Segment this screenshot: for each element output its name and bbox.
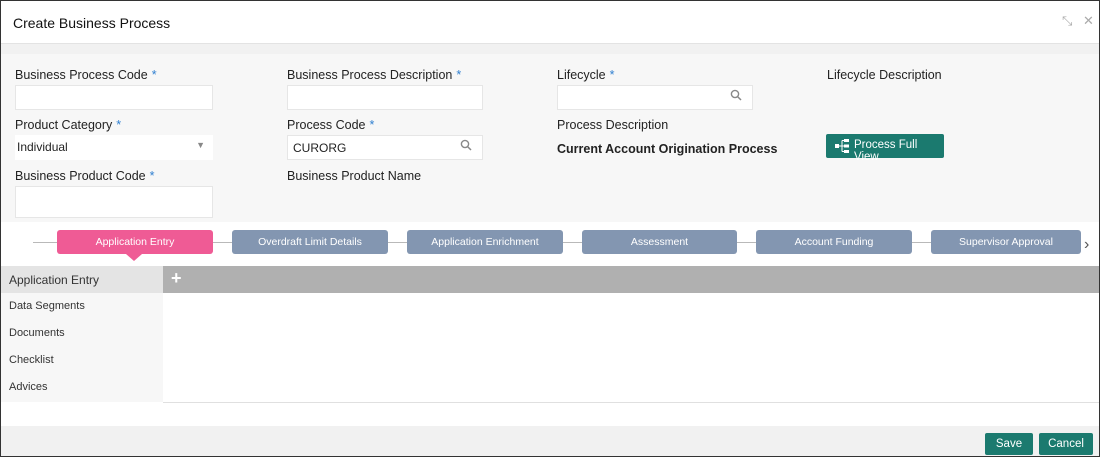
cancel-button[interactable]: Cancel (1039, 433, 1093, 455)
create-business-process-window: Create Business Process ⤡ ✕ Business Pro… (0, 0, 1100, 457)
required-mark: * (456, 68, 462, 82)
chevron-down-icon[interactable]: ▼ (196, 140, 205, 150)
required-mark: * (369, 118, 375, 132)
close-icon[interactable]: ✕ (1083, 13, 1094, 29)
lifecycle-input[interactable] (557, 85, 753, 110)
lifecycle-description-label: Lifecycle Description (827, 68, 942, 82)
process-description-label: Process Description (557, 118, 669, 132)
stage-flow: Application Entry Overdraft Limit Detail… (1, 222, 1099, 266)
business-process-code-label: Business Process Code * (15, 68, 157, 82)
sidebar-item-checklist[interactable]: Checklist (1, 347, 163, 374)
stage-account-funding[interactable]: Account Funding (756, 230, 912, 254)
sidebar-item-documents[interactable]: Documents (1, 320, 163, 347)
sidebar-item-label: Documents (9, 327, 65, 339)
process-tree-icon (835, 139, 849, 153)
business-product-code-label-text: Business Product Code (15, 169, 146, 183)
business-product-name-label: Business Product Name (287, 169, 422, 183)
process-description-value: Current Account Origination Process (557, 142, 778, 156)
lifecycle-label-text: Lifecycle (557, 68, 606, 82)
stage-supervisor-approval[interactable]: Supervisor Approval (931, 230, 1081, 254)
stage-application-enrichment[interactable]: Application Enrichment (407, 230, 563, 254)
required-mark: * (151, 68, 157, 82)
sidebar: Application Entry Data Segments Document… (1, 266, 163, 402)
active-stage-pointer (126, 254, 142, 261)
product-category-label: Product Category * (15, 118, 121, 132)
process-code-value: CURORG (293, 141, 347, 155)
minimize-icon[interactable]: ⤡ (1062, 13, 1072, 29)
business-product-code-label: Business Product Code * (15, 169, 155, 183)
process-form: Business Process Code * Business Process … (1, 54, 1099, 222)
window-title: Create Business Process (13, 15, 171, 31)
process-full-view-button[interactable]: Process Full View (826, 134, 944, 163)
product-category-label-text: Product Category (15, 118, 113, 132)
stage-assessment[interactable]: Assessment (582, 230, 737, 254)
product-category-select[interactable]: Individual ▼ (15, 135, 213, 160)
sidebar-item-label: Checklist (9, 354, 54, 366)
process-code-label: Process Code * (287, 118, 374, 132)
process-code-input[interactable]: CURORG (287, 135, 483, 160)
business-process-description-label: Business Process Description * (287, 68, 461, 82)
sidebar-item-advices[interactable]: Advices (1, 374, 163, 401)
footer: Save Cancel (1, 426, 1099, 456)
business-process-description-input[interactable] (287, 85, 483, 110)
business-process-code-input[interactable] (15, 85, 213, 110)
business-process-code-label-text: Business Process Code (15, 68, 148, 82)
content-area (163, 293, 1099, 403)
process-code-label-text: Process Code (287, 118, 366, 132)
lifecycle-label: Lifecycle * (557, 68, 615, 82)
required-mark: * (609, 68, 615, 82)
stage-application-entry[interactable]: Application Entry (57, 230, 213, 254)
sidebar-item-application-entry[interactable]: Application Entry (1, 266, 163, 293)
stage-overdraft-limit-details[interactable]: Overdraft Limit Details (232, 230, 388, 254)
process-full-view-label: Process Full View (854, 139, 918, 163)
required-mark: * (149, 169, 155, 183)
search-icon[interactable] (730, 89, 742, 104)
required-mark: * (116, 118, 122, 132)
save-button[interactable]: Save (985, 433, 1033, 455)
content-toolbar: + (163, 266, 1099, 293)
business-product-code-input[interactable] (15, 186, 213, 218)
business-process-description-label-text: Business Process Description (287, 68, 453, 82)
add-icon[interactable]: + (171, 268, 182, 289)
sidebar-item-label: Application Entry (9, 273, 100, 287)
sidebar-item-label: Advices (9, 381, 48, 393)
sidebar-item-label: Data Segments (9, 300, 85, 312)
product-category-value: Individual (17, 140, 68, 154)
title-divider-strip (1, 44, 1099, 54)
title-bar: Create Business Process ⤡ ✕ (1, 1, 1099, 44)
chevron-right-icon[interactable]: › (1084, 236, 1089, 254)
search-icon[interactable] (460, 139, 472, 154)
sidebar-item-data-segments[interactable]: Data Segments (1, 293, 163, 320)
